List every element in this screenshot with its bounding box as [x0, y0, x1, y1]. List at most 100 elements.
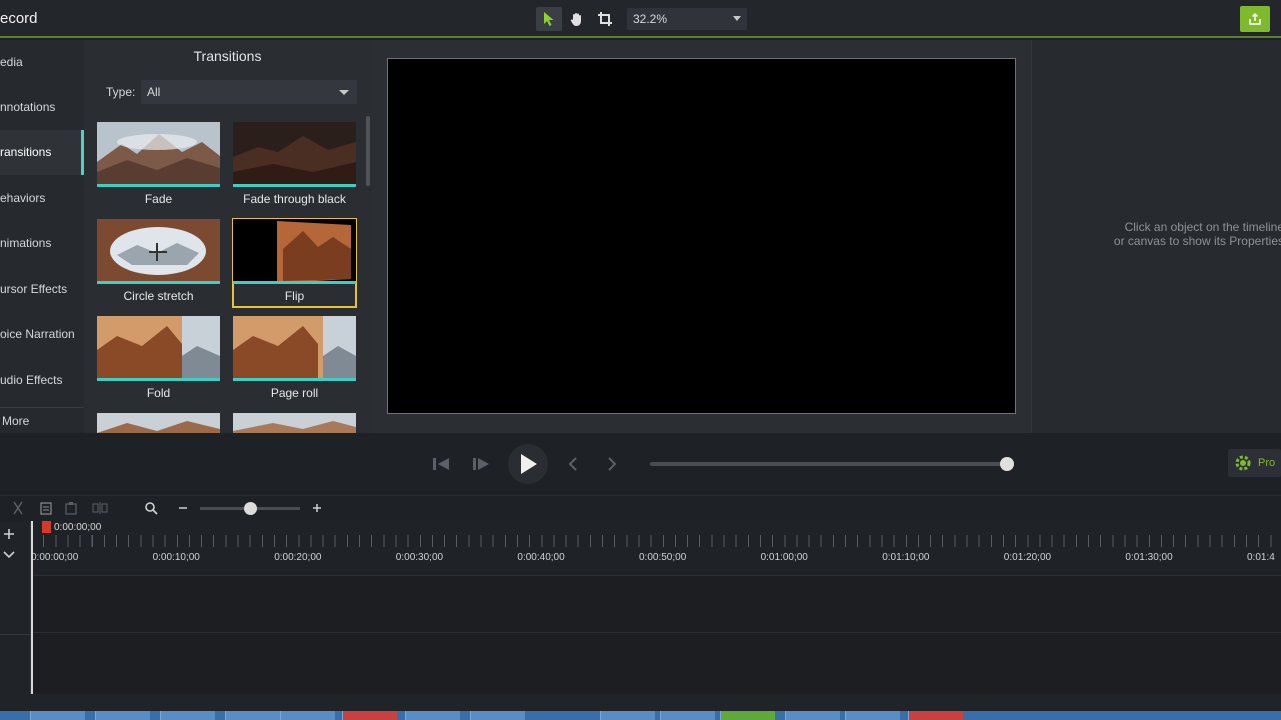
playhead-handle[interactable] — [42, 521, 51, 533]
taskbar-item[interactable] — [660, 711, 715, 720]
playhead-line[interactable] — [31, 521, 33, 694]
transition-tile-fold[interactable]: Fold — [97, 316, 220, 404]
transition-tile-fade[interactable]: Fade — [97, 122, 220, 210]
chevron-down-icon[interactable] — [3, 547, 15, 565]
transition-tile-partial[interactable] — [233, 413, 356, 433]
timeline-zoom-handle[interactable] — [244, 502, 257, 515]
taskbar-item[interactable] — [600, 711, 655, 720]
taskbar-item[interactable] — [342, 711, 397, 720]
transition-thumbnail — [97, 122, 220, 187]
tile-label: Fold — [146, 386, 171, 400]
taskbar-item[interactable] — [845, 711, 900, 720]
properties-hint-line: or canvas to show its Properties — [1113, 234, 1281, 248]
taskbar-item[interactable] — [908, 711, 963, 720]
step-back-icon[interactable] — [429, 452, 453, 476]
transition-thumbnail — [233, 413, 356, 433]
taskbar-item[interactable] — [720, 711, 775, 720]
transition-tile-partial[interactable] — [97, 413, 220, 433]
paste-icon[interactable] — [63, 500, 79, 516]
chevron-down-icon — [733, 16, 741, 21]
previous-marker-icon[interactable] — [563, 452, 583, 476]
transition-thumbnail — [233, 316, 356, 381]
ruler-time-label: 0:00:00;00 — [31, 552, 79, 563]
sidebar-item-animations[interactable]: nimations — [0, 221, 84, 266]
sidebar-item-behaviors[interactable]: ehaviors — [0, 176, 84, 221]
taskbar-item[interactable] — [160, 711, 215, 720]
ruler-time-label: 0:00:40;00 — [517, 552, 565, 563]
transition-tile-circle-stretch[interactable]: Circle stretch — [97, 219, 220, 307]
type-filter-value: All — [147, 85, 161, 99]
type-filter-dropdown[interactable]: All — [141, 80, 357, 104]
crop-icon[interactable] — [592, 7, 618, 31]
track-divider — [0, 634, 31, 635]
taskbar-item[interactable] — [95, 711, 150, 720]
zoom-in-icon[interactable] — [309, 500, 325, 516]
properties-hint-line: Click an object on the timeline — [1124, 220, 1281, 234]
time-ruler[interactable] — [31, 521, 1281, 576]
zoom-value: 32.2% — [633, 12, 668, 26]
taskbar-item[interactable] — [405, 711, 460, 720]
next-marker-icon[interactable] — [602, 452, 622, 476]
tile-label: Fade — [144, 192, 173, 206]
ruler-time-label: 0:00:50;00 — [639, 552, 687, 563]
track-1[interactable] — [31, 577, 1281, 633]
ruler-time-label: 0:00:30;00 — [395, 552, 444, 563]
timeline-toolbar — [0, 495, 1281, 521]
taskbar-item[interactable] — [225, 711, 280, 720]
transition-thumbnail — [233, 219, 356, 284]
pointer-tool-icon[interactable] — [536, 7, 562, 31]
properties-hint: Click an object on the timeline or canva… — [1084, 220, 1281, 248]
copy-icon[interactable] — [38, 500, 54, 516]
scrubber-track[interactable] — [650, 462, 1007, 466]
ruler-time-label: 0:00:10;00 — [152, 552, 200, 563]
hand-pan-icon[interactable] — [564, 7, 590, 31]
taskbar-item[interactable] — [785, 711, 840, 720]
sidebar-item-annotations[interactable]: nnotations — [0, 85, 84, 130]
sidebar-item-audio-effects[interactable]: udio Effects — [0, 358, 84, 403]
app-title: ecord — [0, 10, 38, 27]
search-icon[interactable] — [143, 500, 159, 516]
properties-button[interactable]: Pro — [1228, 449, 1281, 477]
playback-bar — [0, 433, 1281, 495]
track-2[interactable] — [31, 634, 1281, 694]
scrubber-handle[interactable] — [1000, 457, 1014, 471]
ruler-time-label: 0:01:4 — [1247, 552, 1275, 563]
panel-title: Transitions — [193, 48, 262, 64]
transition-tile-page-roll[interactable]: Page roll — [233, 316, 356, 404]
sidebar-item-cursor-effects[interactable]: ursor Effects — [0, 267, 84, 312]
type-filter-label: Type: — [106, 85, 136, 99]
transition-tile-fade-through-black[interactable]: Fade through black — [233, 122, 356, 210]
sidebar-item-media[interactable]: edia — [0, 40, 84, 85]
preview-canvas[interactable] — [387, 58, 1016, 414]
ruler-time-label: 0:01:20;00 — [1003, 552, 1052, 563]
tile-label: Circle stretch — [123, 289, 194, 303]
taskbar-item[interactable] — [470, 711, 525, 720]
left-sidebar: edia nnotations ransitions ehaviors nima… — [0, 40, 84, 433]
transition-thumbnail — [233, 122, 356, 187]
play-button[interactable] — [508, 444, 548, 484]
taskbar-item[interactable] — [30, 711, 85, 720]
step-forward-icon[interactable] — [469, 452, 493, 476]
edit-tool-group — [536, 7, 618, 31]
sidebar-more-button[interactable]: More — [0, 407, 84, 433]
taskbar-item[interactable] — [280, 711, 335, 720]
play-icon — [521, 454, 537, 474]
timeline-horizontal-scrollbar[interactable] — [0, 694, 1281, 711]
properties-button-label: Pro — [1258, 457, 1276, 469]
zoom-out-icon[interactable] — [175, 500, 191, 516]
panel-scrollbar[interactable] — [366, 116, 370, 186]
ruler-ticks — [31, 535, 1281, 547]
tile-label: Flip — [284, 289, 305, 303]
transition-thumbnail — [97, 316, 220, 381]
chevron-down-icon — [339, 90, 349, 95]
cut-icon[interactable] — [10, 500, 26, 516]
properties-panel: Click an object on the timeline or canva… — [1031, 40, 1281, 433]
split-icon[interactable] — [92, 500, 108, 516]
playhead-time: 0:00:00;00 — [54, 522, 102, 533]
add-track-icon[interactable] — [3, 527, 15, 545]
share-export-button[interactable] — [1240, 6, 1270, 32]
transition-tile-flip[interactable]: Flip — [232, 218, 357, 308]
sidebar-item-transitions[interactable]: ransitions — [0, 130, 84, 175]
zoom-dropdown[interactable]: 32.2% — [627, 8, 747, 30]
sidebar-item-voice-narration[interactable]: oice Narration — [0, 312, 84, 357]
